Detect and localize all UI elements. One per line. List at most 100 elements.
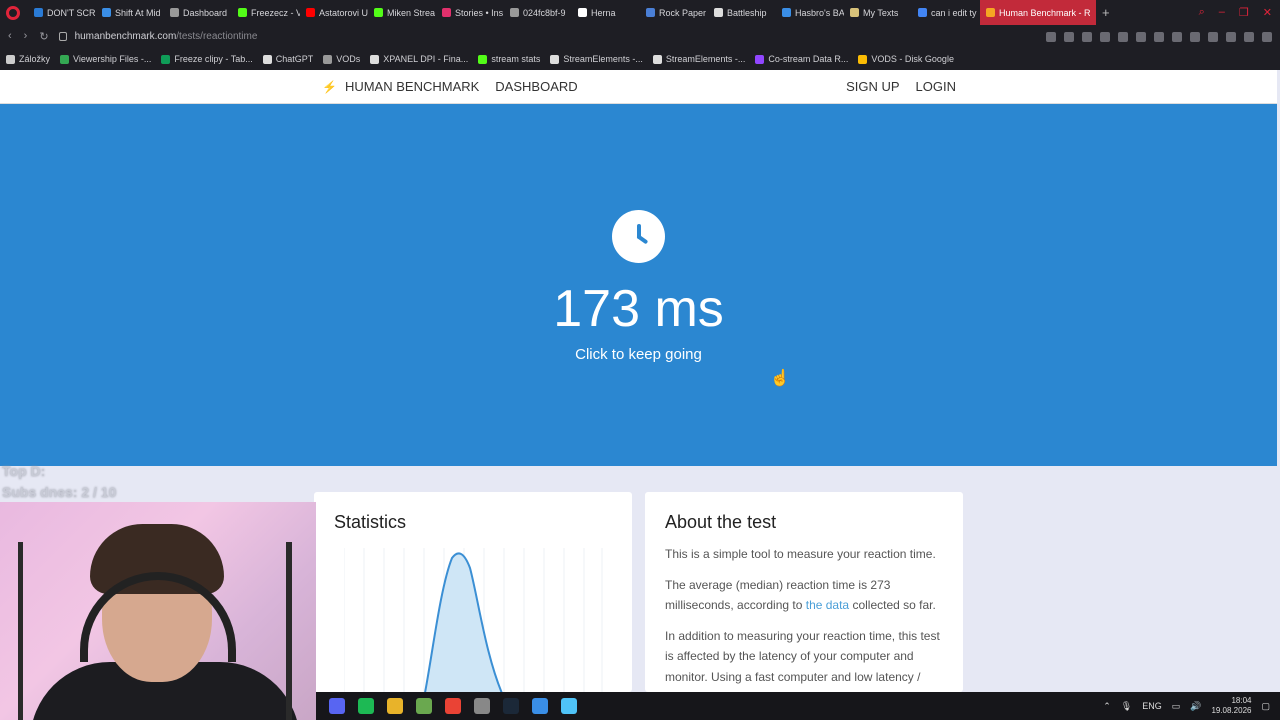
- overlay-line-2: Subs dnes: 2 / 10: [2, 484, 117, 500]
- webcam-feed: [0, 502, 316, 720]
- search-icon[interactable]: ⌕: [1199, 6, 1205, 19]
- url-field[interactable]: humanbenchmark.com/tests/reactiontime: [75, 31, 258, 42]
- tab-favicon-icon: [510, 8, 519, 17]
- ccleaner-icon[interactable]: [474, 698, 490, 714]
- extension-icon[interactable]: [1154, 31, 1164, 42]
- tab-label: DON'T SCRE: [47, 7, 96, 18]
- explorer-icon[interactable]: [387, 698, 403, 714]
- play-icon[interactable]: [1100, 31, 1110, 42]
- reaction-test-area[interactable]: 173 ms Click to keep going ☝: [0, 104, 1277, 466]
- browser-tab[interactable]: Rock Paper: [640, 0, 708, 25]
- steam-icon[interactable]: [503, 698, 519, 714]
- browser-tab[interactable]: Herna: [572, 0, 640, 25]
- clock-display[interactable]: 18:04 19.08.2026: [1211, 696, 1251, 716]
- browser-tab[interactable]: 024fc8bf-9: [504, 0, 572, 25]
- bookmark-label: StreamElements -...: [665, 54, 746, 64]
- tab-favicon-icon: [714, 8, 723, 17]
- bookmark-label: Freeze clipy - Tab...: [174, 54, 253, 64]
- browser-tab[interactable]: Hasbro's BA: [776, 0, 844, 25]
- minimize-icon[interactable]: –: [1219, 6, 1225, 19]
- spotify-icon[interactable]: [358, 698, 374, 714]
- pin-icon[interactable]: [1046, 31, 1056, 42]
- snapshot-icon[interactable]: [1064, 31, 1074, 42]
- app-blue-icon[interactable]: [532, 698, 548, 714]
- bookmark-favicon-icon: [262, 54, 272, 64]
- close-icon[interactable]: ✕: [1263, 6, 1272, 19]
- bookmark-item[interactable]: VODs: [323, 54, 360, 64]
- notepad-icon[interactable]: [561, 698, 577, 714]
- tab-label: Human Benchmark - R: [999, 7, 1091, 18]
- browser-tab[interactable]: Stories • Ins: [436, 0, 504, 25]
- bookmark-item[interactable]: Viewership Files -...: [60, 54, 151, 64]
- bookmark-item[interactable]: VODS - Disk Google: [858, 54, 954, 64]
- bookmark-item[interactable]: Freeze clipy - Tab...: [161, 54, 253, 64]
- extension-icon[interactable]: [1136, 31, 1146, 42]
- app-green-icon[interactable]: [416, 698, 432, 714]
- bookmark-item[interactable]: stream stats: [478, 54, 540, 64]
- brand-link[interactable]: ⚡ HUMAN BENCHMARK: [322, 79, 479, 94]
- bookmark-item[interactable]: ChatGPT: [262, 54, 313, 64]
- tab-label: Herna: [591, 7, 616, 18]
- browser-tab[interactable]: can i edit ty: [912, 0, 980, 25]
- browser-tab[interactable]: Dashboard: [164, 0, 232, 25]
- opera-logo-icon[interactable]: [6, 5, 20, 20]
- tab-favicon-icon: [102, 8, 111, 17]
- extension-icon[interactable]: [1190, 31, 1200, 42]
- tab-favicon-icon: [306, 8, 315, 17]
- bookmark-favicon-icon: [550, 54, 560, 64]
- download-icon[interactable]: [1226, 31, 1236, 42]
- lock-icon[interactable]: [58, 32, 67, 41]
- clock-time: 18:04: [1231, 696, 1252, 705]
- reload-icon[interactable]: ↻: [39, 30, 48, 43]
- browser-tab[interactable]: My Texts: [844, 0, 912, 25]
- chrome-icon[interactable]: [445, 698, 461, 714]
- browser-tab[interactable]: DON'T SCRE: [28, 0, 96, 25]
- back-icon[interactable]: ‹: [8, 30, 12, 43]
- stream-overlay-text: Top D: Subs dnes: 2 / 10: [2, 461, 116, 503]
- extension-icon[interactable]: [1172, 31, 1182, 42]
- extension-toolbar: [1046, 31, 1280, 42]
- tab-favicon-icon: [442, 8, 451, 17]
- bookmarks-bar: Záložky Viewership Files -... Freeze clipy…: [0, 48, 1280, 70]
- sign-up-link[interactable]: SIGN UP: [846, 79, 899, 94]
- browser-tab[interactable]: Battleship: [708, 0, 776, 25]
- browser-tab[interactable]: Freezecz - V: [232, 0, 300, 25]
- the-data-link[interactable]: the data: [806, 598, 849, 612]
- bookmark-item[interactable]: StreamElements -...: [550, 54, 643, 64]
- discord-icon[interactable]: [329, 698, 345, 714]
- bookmark-favicon-icon: [323, 54, 333, 64]
- bookmark-item[interactable]: Záložky: [6, 54, 50, 64]
- bookmark-item[interactable]: XPANEL DPI - Fina...: [370, 54, 468, 64]
- tray-chevron-icon[interactable]: ⌃: [1103, 701, 1111, 712]
- heart-icon[interactable]: [1118, 31, 1128, 42]
- maximize-icon[interactable]: ❐: [1239, 6, 1249, 19]
- bookmark-label: VODS - Disk Google: [871, 54, 954, 64]
- bookmark-favicon-icon: [60, 54, 70, 64]
- bookmark-item[interactable]: StreamElements -...: [652, 54, 746, 64]
- browser-tab[interactable]: Shift At Mid: [96, 0, 164, 25]
- login-link[interactable]: LOGIN: [916, 79, 956, 94]
- new-tab-button[interactable]: +: [1102, 5, 1110, 20]
- extension-icon[interactable]: [1208, 31, 1218, 42]
- browser-tab[interactable]: Human Benchmark - R: [980, 0, 1096, 25]
- browser-tab[interactable]: Astatorovi U: [300, 0, 368, 25]
- shield-icon[interactable]: [1082, 31, 1092, 42]
- about-paragraph-3: In addition to measuring your reaction t…: [665, 628, 940, 693]
- volume-icon[interactable]: 🔊: [1190, 701, 1201, 712]
- bookmark-label: VODs: [336, 54, 361, 64]
- bookmark-item[interactable]: Co-stream Data R...: [755, 54, 848, 64]
- bookmark-label: Co-stream Data R...: [768, 54, 849, 64]
- tab-label: Freezecz - V: [251, 7, 300, 18]
- language-indicator[interactable]: ENG: [1142, 701, 1162, 711]
- menu-icon[interactable]: [1262, 31, 1272, 42]
- forward-icon[interactable]: ›: [24, 30, 28, 43]
- hand-cursor-icon: ☝: [770, 370, 790, 387]
- dashboard-link[interactable]: DASHBOARD: [495, 79, 577, 94]
- notifications-icon[interactable]: ▢: [1261, 701, 1270, 712]
- continue-prompt: Click to keep going: [575, 346, 702, 363]
- network-icon[interactable]: ▭: [1172, 701, 1181, 712]
- browser-tab[interactable]: Miken Strea: [368, 0, 436, 25]
- profile-icon[interactable]: [1244, 31, 1254, 42]
- brand-label: HUMAN BENCHMARK: [344, 79, 480, 94]
- microphone-icon[interactable]: 🎙: [1121, 701, 1132, 712]
